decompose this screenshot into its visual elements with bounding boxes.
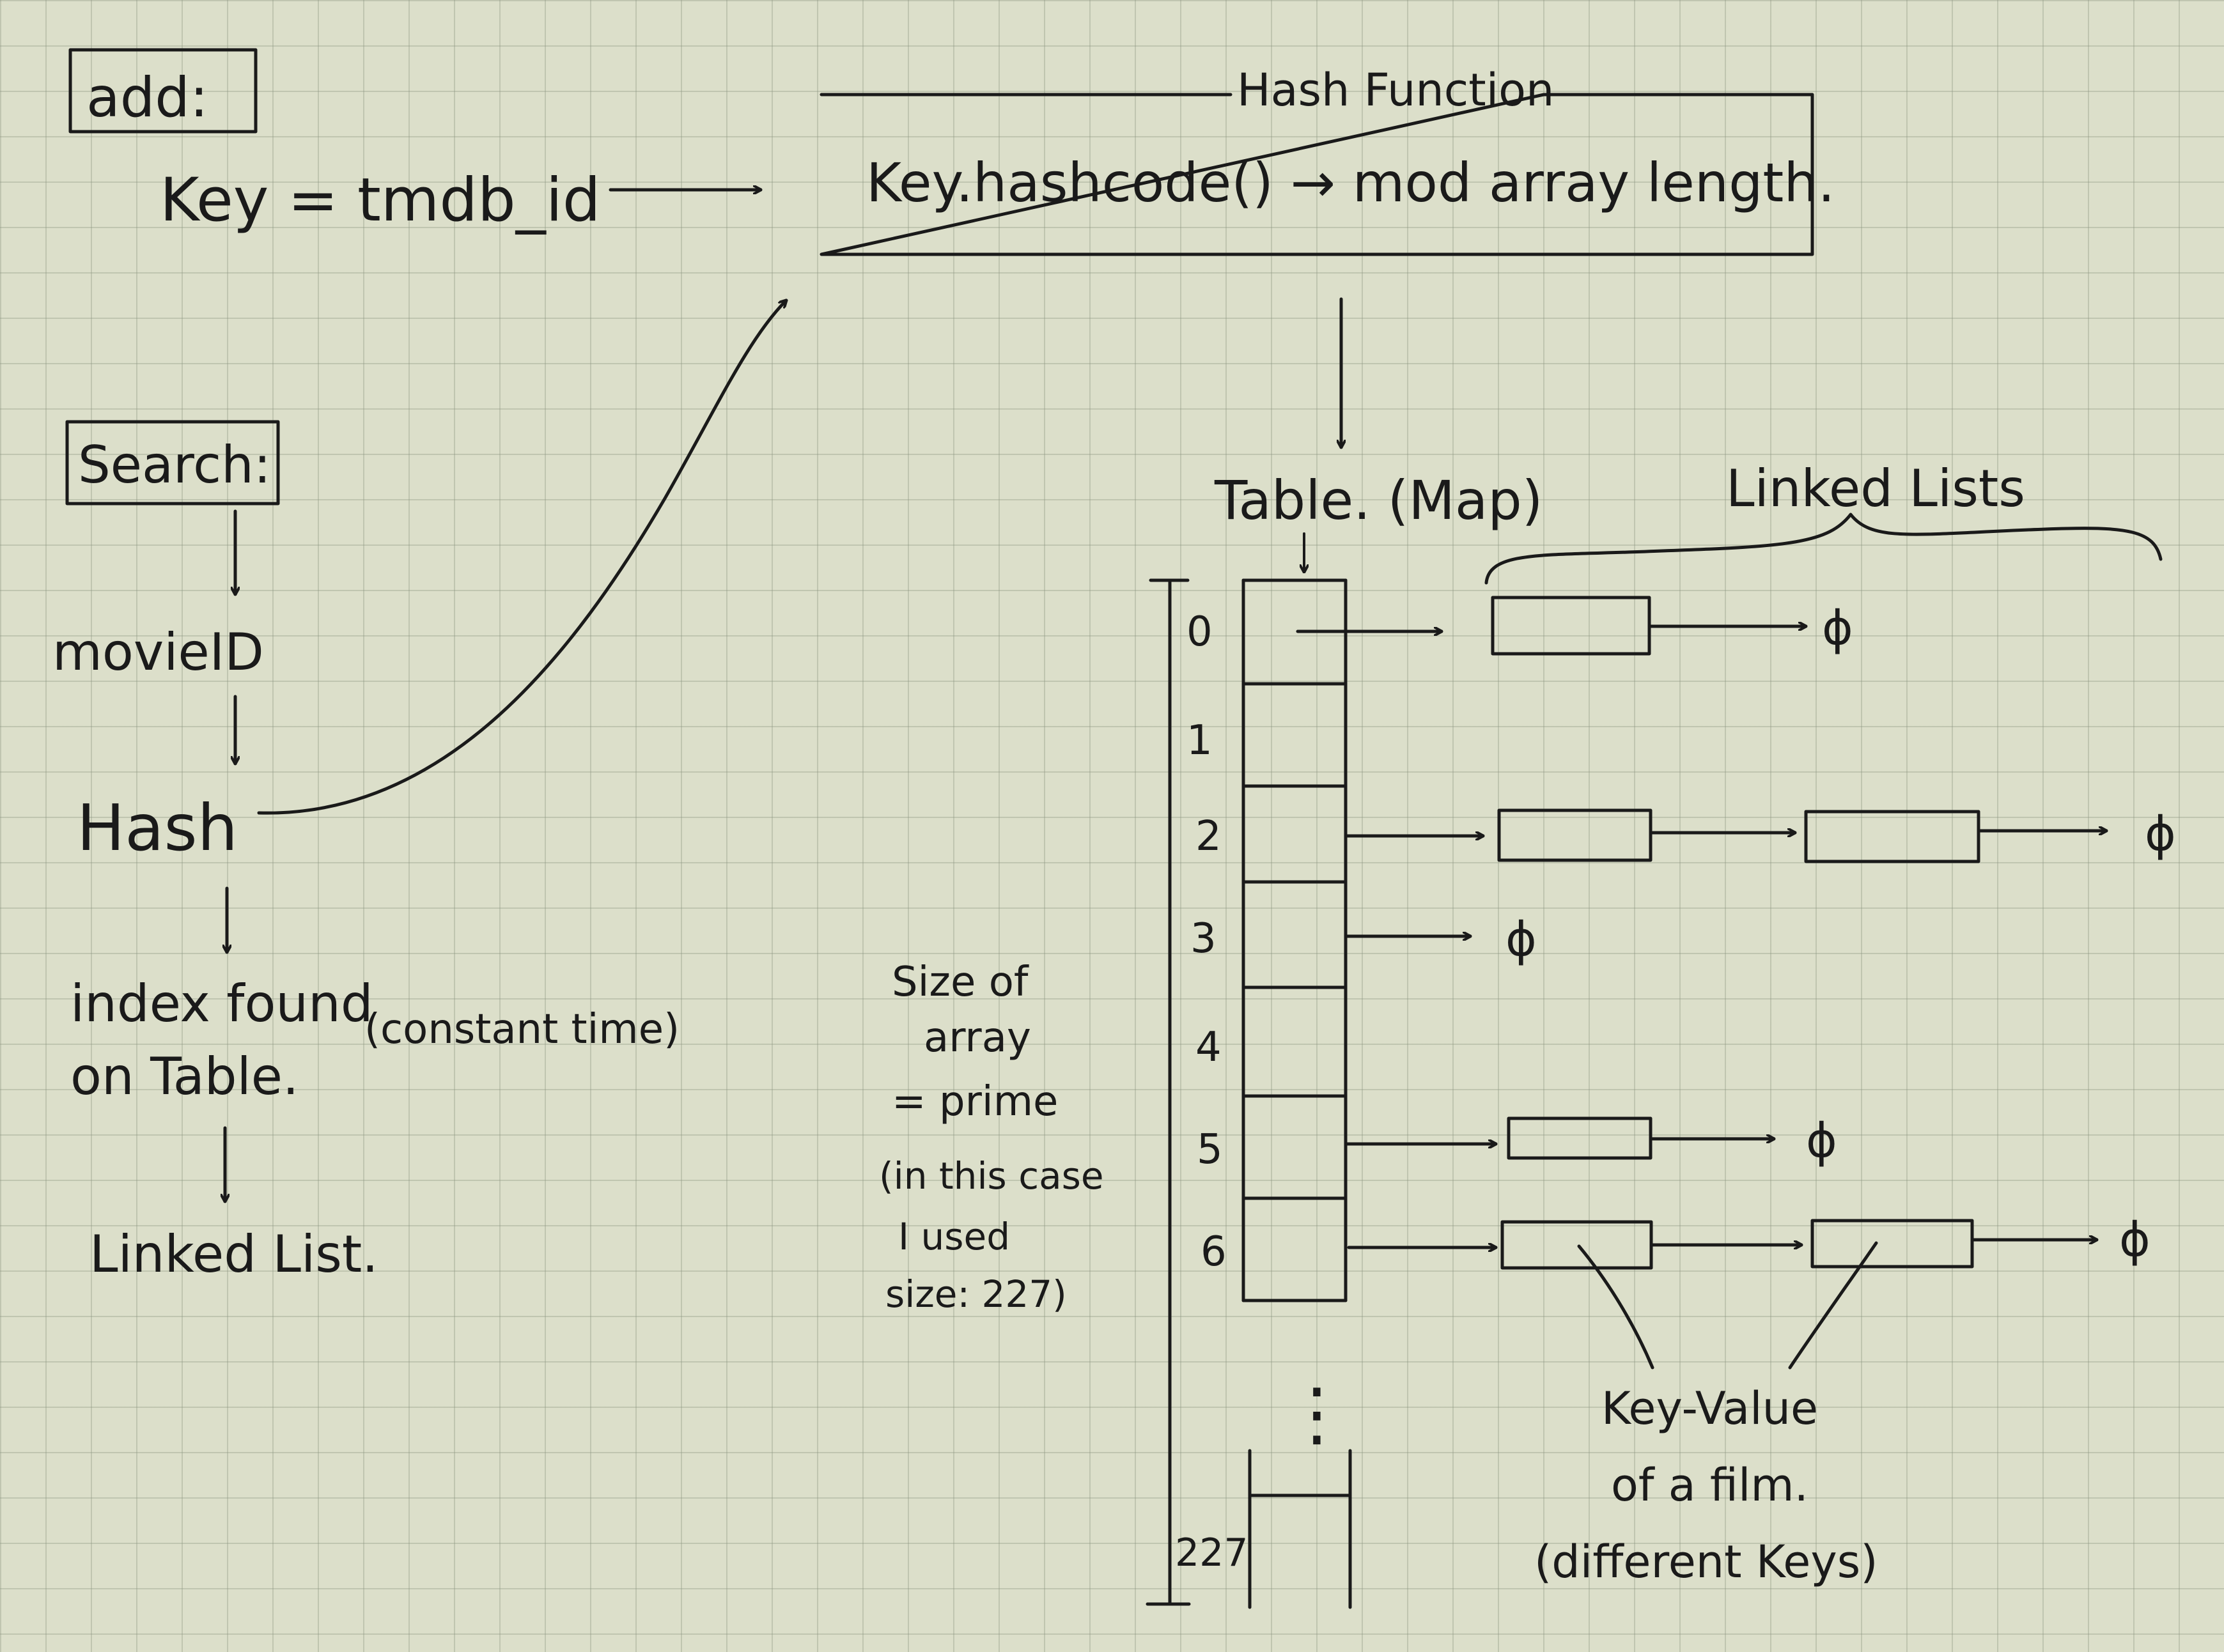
linked-lists-label: Linked Lists xyxy=(1726,459,2025,518)
row0-node-1 xyxy=(1491,596,1651,656)
row2-node-2 xyxy=(1804,810,1980,863)
size-note-line-5: I used xyxy=(898,1215,1010,1258)
row6-node-2 xyxy=(1810,1219,1974,1269)
search-step-on-table: on Table. xyxy=(70,1047,299,1106)
add-label: add: xyxy=(86,66,208,130)
search-step-index-found: index found xyxy=(70,974,373,1033)
hash-to-function-curve-arrow xyxy=(257,300,786,815)
size-note-line-6: size: 227) xyxy=(885,1272,1067,1316)
size-note-line-1: Size of xyxy=(892,959,1029,1006)
table-index-6: 6 xyxy=(1201,1228,1227,1276)
table-size-bracket xyxy=(1146,578,1191,1606)
row5-node-1 xyxy=(1507,1116,1652,1160)
hash-table-diagram: add: Key = tmdb_id Hash Function Key.has… xyxy=(52,48,2176,1609)
row2-node-1 xyxy=(1497,808,1652,862)
size-note-line-2: array xyxy=(924,1014,1031,1061)
row0-null-symbol: ϕ xyxy=(1822,601,1853,656)
row5-null-symbol: ϕ xyxy=(1806,1113,1837,1168)
search-step-movieid: movieID xyxy=(52,622,264,682)
table-index-4: 4 xyxy=(1195,1024,1222,1071)
key-expression: Key = tmdb_id xyxy=(160,166,601,235)
search-label: Search: xyxy=(78,435,271,495)
table-index-227: 227 xyxy=(1175,1531,1248,1575)
table-ellipsis: ⋮ xyxy=(1282,1373,1352,1455)
table-index-1: 1 xyxy=(1186,717,1213,764)
key-value-note-line-2: of a film. xyxy=(1611,1459,1808,1511)
size-note-line-4: (in this case xyxy=(879,1154,1104,1198)
key-value-pointer-2 xyxy=(1788,1241,1878,1370)
row2-null-symbol: ϕ xyxy=(2145,807,2176,861)
hash-function-title: Hash Function xyxy=(1237,64,1554,116)
table-index-2: 2 xyxy=(1195,813,1222,860)
array-size-note: Size of array = prime (in this case I us… xyxy=(879,959,1104,1316)
table-index-0: 0 xyxy=(1186,608,1213,656)
key-value-pointer-1 xyxy=(1577,1244,1654,1370)
table-label: Table. (Map) xyxy=(1214,469,1543,532)
table-index-3: 3 xyxy=(1190,915,1217,962)
table-index-5: 5 xyxy=(1197,1126,1223,1173)
constant-time-note: (constant time) xyxy=(364,1006,680,1053)
key-value-note: Key-Value of a film. (different Keys) xyxy=(1534,1382,1878,1588)
linked-lists-brace xyxy=(1484,513,2163,585)
key-value-note-line-1: Key-Value xyxy=(1601,1382,1818,1435)
key-value-note-line-3: (different Keys) xyxy=(1534,1536,1878,1588)
search-step-hash: Hash xyxy=(77,791,238,865)
row6-null-symbol: ϕ xyxy=(2119,1212,2150,1267)
hash-function-body: Key.hashcode() → mod array length. xyxy=(866,151,1835,214)
search-step-linked-list: Linked List. xyxy=(89,1224,378,1284)
size-note-line-3: = prime xyxy=(892,1078,1058,1125)
row6-node-1 xyxy=(1500,1220,1653,1270)
row3-null-symbol: ϕ xyxy=(1505,912,1537,967)
